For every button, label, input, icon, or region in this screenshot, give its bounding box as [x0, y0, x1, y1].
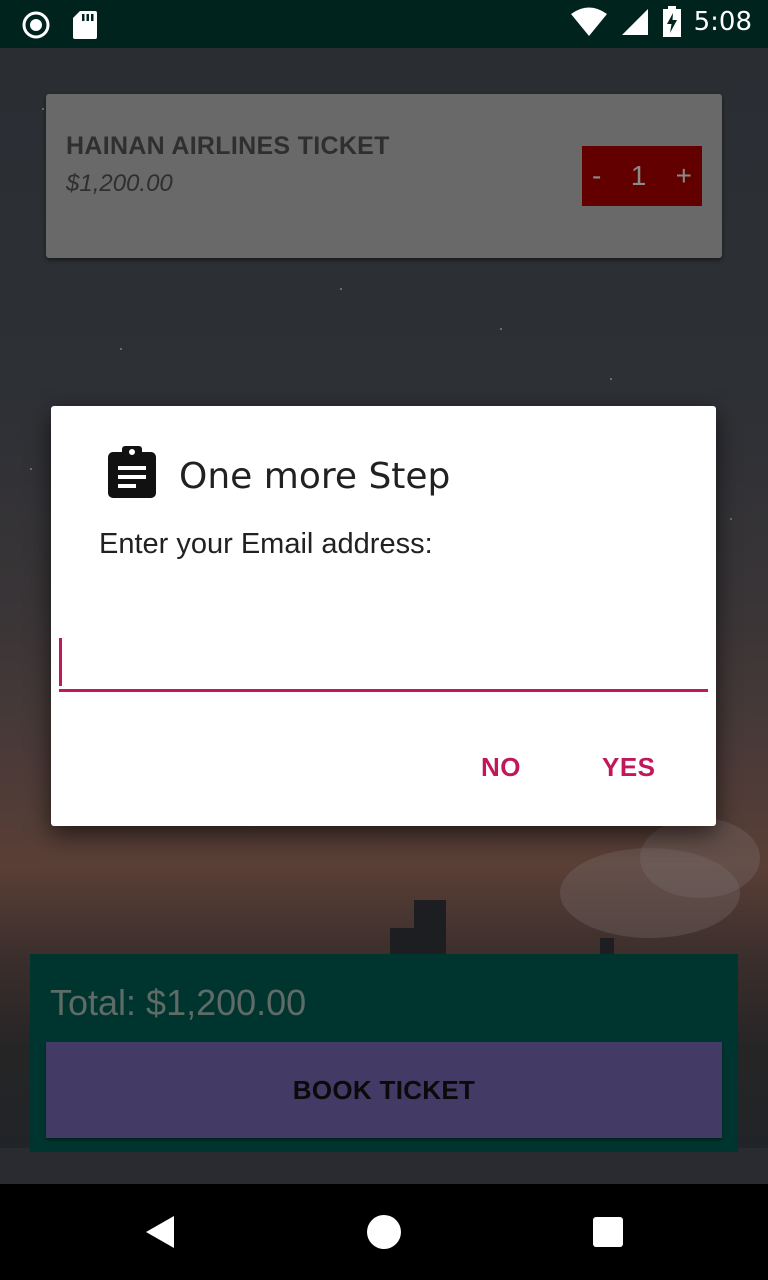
increment-button[interactable]: +: [676, 160, 692, 192]
clipboard-icon: [108, 446, 156, 498]
wifi-icon: [570, 7, 607, 36]
clock: 5:08: [693, 7, 752, 37]
signal-icon: [621, 9, 648, 35]
quantity-stepper: - 1 +: [582, 146, 702, 206]
email-dialog: One more Step Enter your Email address: …: [51, 406, 716, 826]
record-icon: [22, 11, 50, 39]
no-button[interactable]: NO: [481, 752, 521, 783]
home-icon[interactable]: [367, 1215, 401, 1249]
navigation-bar: [0, 1184, 768, 1280]
quantity-value: 1: [630, 160, 647, 191]
book-ticket-button[interactable]: BOOK TICKET: [46, 1042, 722, 1138]
decrement-button[interactable]: -: [592, 160, 601, 192]
total-label: Total: $1,200.00: [50, 982, 307, 1023]
recents-icon[interactable]: [593, 1217, 623, 1247]
dialog-message: Enter your Email address:: [99, 528, 433, 560]
back-icon[interactable]: [144, 1214, 176, 1250]
text-cursor: [59, 638, 62, 686]
checkout-panel: Total: $1,200.00 BOOK TICKET: [30, 954, 738, 1152]
battery-charging-icon: [662, 6, 681, 37]
yes-button[interactable]: YES: [602, 752, 656, 783]
ticket-card: HAINAN AIRLINES TICKET $1,200.00 - 1 +: [46, 94, 722, 258]
ticket-title: HAINAN AIRLINES TICKET: [66, 132, 390, 160]
dialog-title: One more Step: [179, 456, 451, 497]
status-bar: 5:08: [0, 0, 768, 48]
email-field[interactable]: [59, 636, 708, 692]
sd-card-icon: [73, 11, 97, 39]
ticket-price: $1,200.00: [66, 170, 173, 197]
